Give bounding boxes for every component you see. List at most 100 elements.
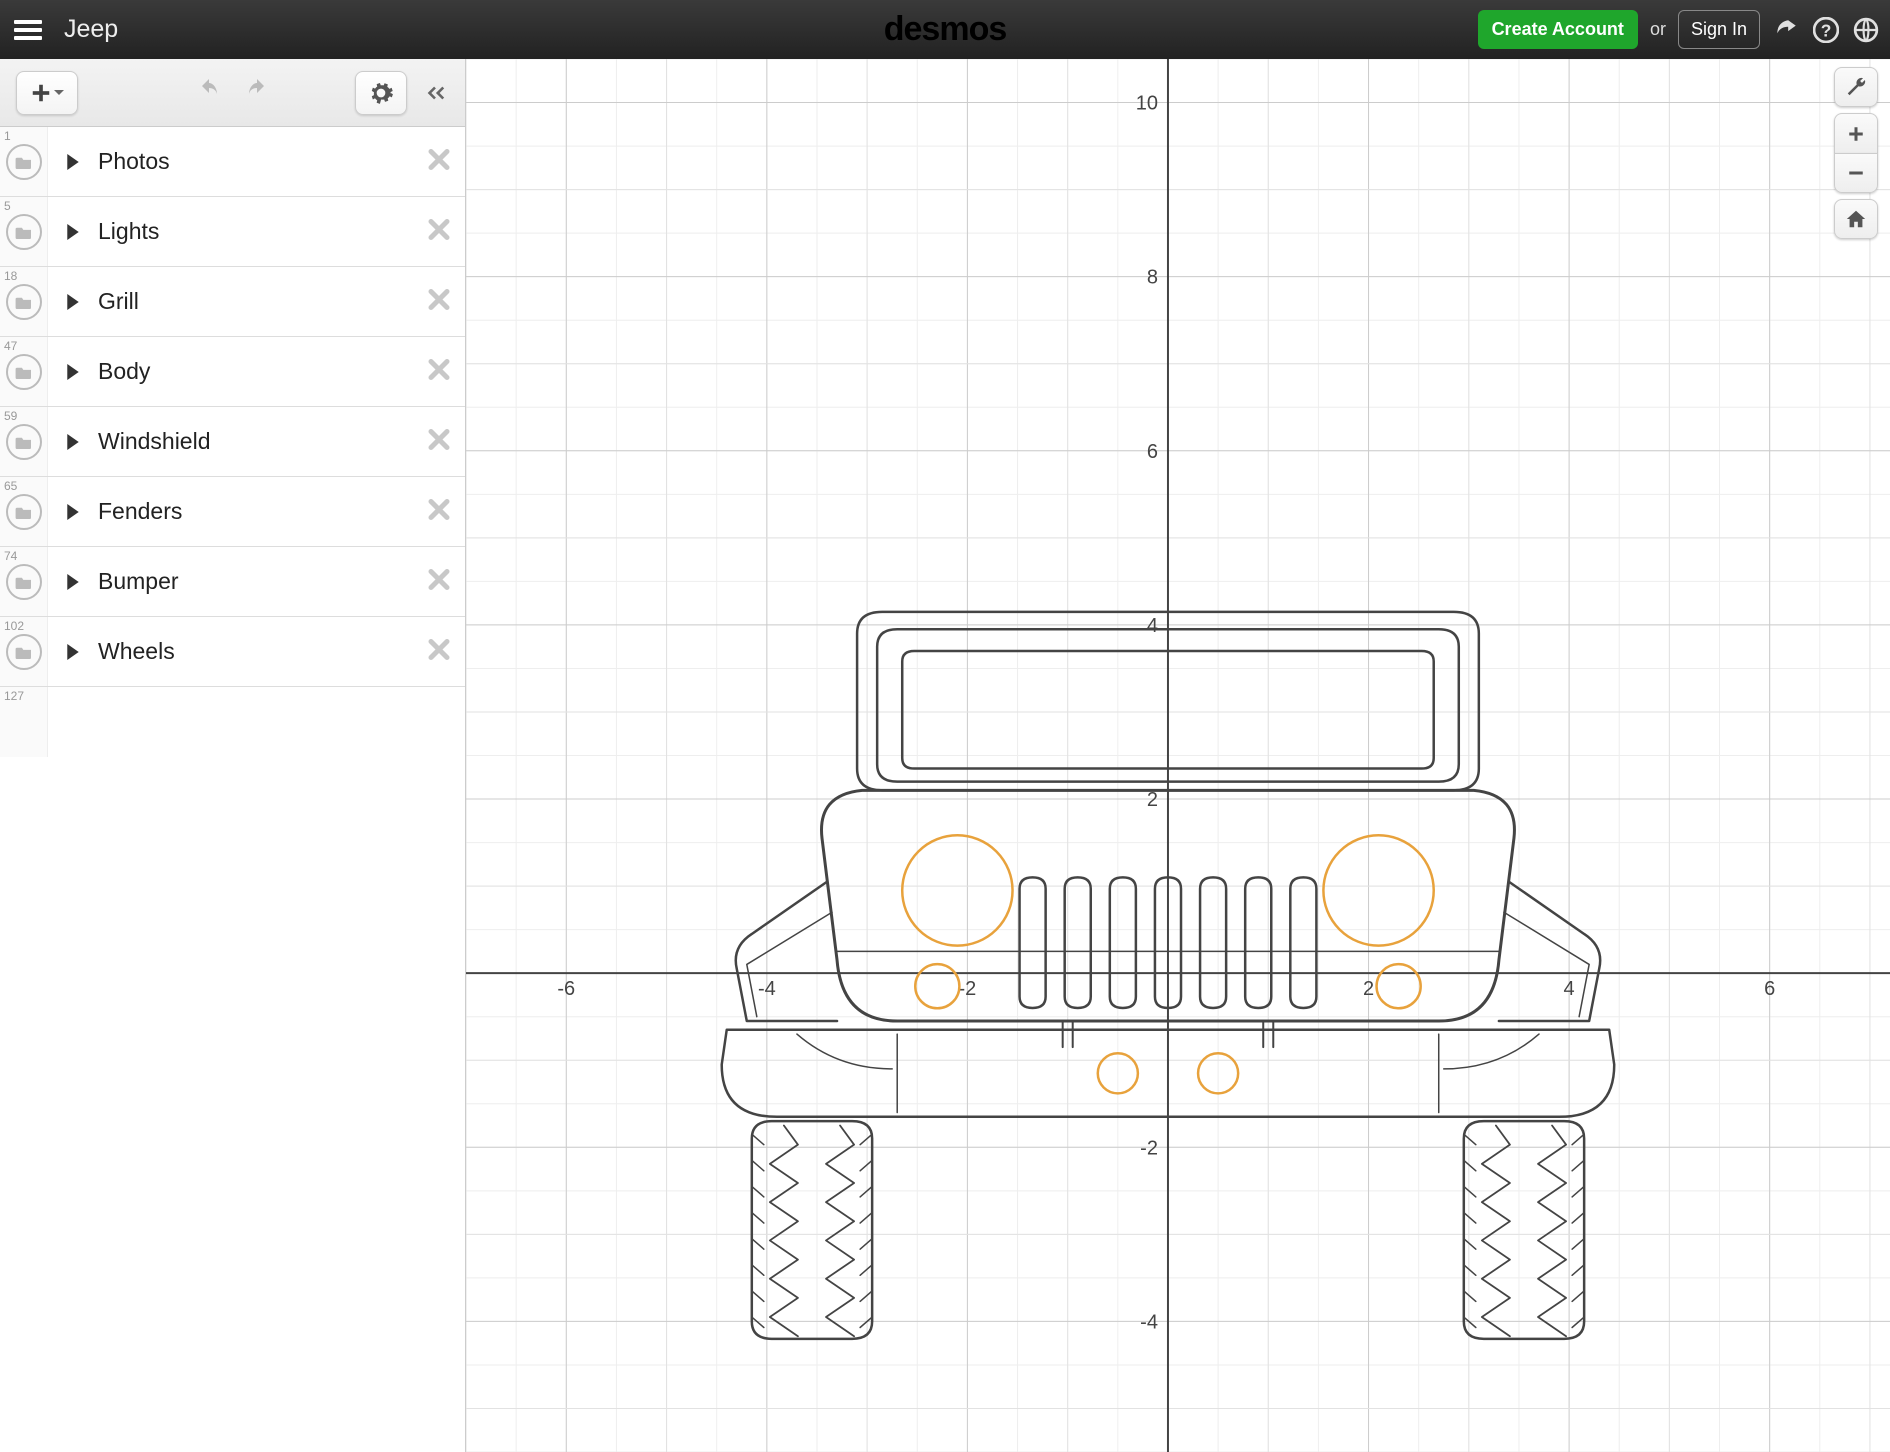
- close-icon: [427, 357, 451, 381]
- row-number: 65: [4, 479, 17, 493]
- row-number: 74: [4, 549, 17, 563]
- folder-row[interactable]: 65 Fenders: [0, 477, 465, 547]
- row-close[interactable]: [427, 497, 451, 526]
- language-button[interactable]: [1852, 16, 1880, 44]
- or-text: or: [1650, 19, 1666, 40]
- redo-button[interactable]: [242, 78, 272, 107]
- folder-toggle[interactable]: [6, 494, 42, 530]
- row-number: 59: [4, 409, 17, 423]
- redo-icon: [242, 78, 272, 102]
- chevron-right-icon: [67, 364, 79, 380]
- folder-row[interactable]: 102 Wheels: [0, 617, 465, 687]
- expand-caret[interactable]: [58, 434, 88, 450]
- chevron-right-icon: [67, 154, 79, 170]
- expand-caret[interactable]: [58, 574, 88, 590]
- expand-caret[interactable]: [58, 364, 88, 380]
- svg-text:4: 4: [1147, 615, 1158, 637]
- topbar-right: Create Account or Sign In ?: [1478, 10, 1880, 49]
- help-button[interactable]: ?: [1812, 16, 1840, 44]
- row-number: 127: [4, 689, 24, 703]
- close-icon: [427, 637, 451, 661]
- dropdown-caret-icon: [54, 88, 64, 98]
- svg-text:-4: -4: [1140, 1311, 1158, 1333]
- undo-button[interactable]: [194, 78, 224, 107]
- folder-row[interactable]: 47 Body: [0, 337, 465, 407]
- close-icon: [427, 497, 451, 521]
- graph-settings-button[interactable]: [1834, 67, 1878, 107]
- close-icon: [427, 287, 451, 311]
- row-close[interactable]: [427, 427, 451, 456]
- svg-text:4: 4: [1564, 978, 1575, 1000]
- folder-label: Bumper: [98, 568, 179, 595]
- hamburger-icon: [14, 18, 42, 42]
- row-close[interactable]: [427, 217, 451, 246]
- expand-caret[interactable]: [58, 154, 88, 170]
- row-number: 1: [4, 129, 11, 143]
- home-button[interactable]: [1834, 199, 1878, 239]
- close-icon: [427, 217, 451, 241]
- expand-caret[interactable]: [58, 504, 88, 520]
- row-close[interactable]: [427, 287, 451, 316]
- globe-icon: [1853, 17, 1879, 43]
- menu-button[interactable]: [0, 18, 56, 42]
- svg-text:2: 2: [1147, 789, 1158, 811]
- plus-icon: [30, 82, 52, 104]
- chevron-right-icon: [67, 294, 79, 310]
- svg-text:-4: -4: [758, 978, 776, 1000]
- plus-icon: [1847, 125, 1865, 143]
- row-number: 18: [4, 269, 17, 283]
- folder-icon: [15, 645, 33, 659]
- folder-toggle[interactable]: [6, 634, 42, 670]
- folder-icon: [15, 365, 33, 379]
- expand-caret[interactable]: [58, 644, 88, 660]
- folder-row[interactable]: 1 Photos: [0, 127, 465, 197]
- gear-icon: [368, 80, 394, 106]
- folder-toggle[interactable]: [6, 144, 42, 180]
- settings-button[interactable]: [355, 71, 407, 115]
- minus-icon: [1847, 164, 1865, 182]
- expand-caret[interactable]: [58, 294, 88, 310]
- chevron-double-left-icon: [424, 82, 446, 104]
- chevron-right-icon: [67, 224, 79, 240]
- folder-label: Fenders: [98, 498, 182, 525]
- close-icon: [427, 567, 451, 591]
- svg-text:?: ?: [1821, 20, 1832, 40]
- empty-expression-row[interactable]: 127: [0, 687, 465, 757]
- folder-row[interactable]: 5 Lights: [0, 197, 465, 267]
- main: 1 Photos 5 Lights: [0, 59, 1890, 1452]
- row-close[interactable]: [427, 567, 451, 596]
- folder-row[interactable]: 59 Windshield: [0, 407, 465, 477]
- folder-icon: [15, 505, 33, 519]
- folder-toggle[interactable]: [6, 424, 42, 460]
- graph-svg: -6-4-2246-4-2246810: [466, 59, 1890, 1452]
- row-close[interactable]: [427, 147, 451, 176]
- folder-row[interactable]: 74 Bumper: [0, 547, 465, 617]
- page-title[interactable]: Jeep: [64, 15, 118, 44]
- share-button[interactable]: [1772, 16, 1800, 44]
- zoom-in-button[interactable]: [1834, 113, 1878, 153]
- brand-logo: desmos: [884, 10, 1007, 49]
- chevron-right-icon: [67, 644, 79, 660]
- folder-label: Grill: [98, 288, 139, 315]
- graph-tools: [1834, 67, 1878, 239]
- sign-in-button[interactable]: Sign In: [1678, 10, 1760, 49]
- collapse-sidebar-button[interactable]: [415, 71, 455, 115]
- row-close[interactable]: [427, 637, 451, 666]
- graph-area[interactable]: -6-4-2246-4-2246810: [466, 59, 1890, 1452]
- folder-label: Body: [98, 358, 150, 385]
- row-close[interactable]: [427, 357, 451, 386]
- expand-caret[interactable]: [58, 224, 88, 240]
- folder-row[interactable]: 18 Grill: [0, 267, 465, 337]
- zoom-out-button[interactable]: [1834, 153, 1878, 193]
- close-icon: [427, 427, 451, 451]
- folder-toggle[interactable]: [6, 564, 42, 600]
- svg-text:10: 10: [1136, 93, 1158, 115]
- add-expression-button[interactable]: [16, 71, 78, 115]
- folder-toggle[interactable]: [6, 354, 42, 390]
- topbar: Jeep desmos Create Account or Sign In ?: [0, 0, 1890, 59]
- folder-toggle[interactable]: [6, 284, 42, 320]
- create-account-button[interactable]: Create Account: [1478, 10, 1638, 49]
- folder-toggle[interactable]: [6, 214, 42, 250]
- folder-label: Windshield: [98, 428, 211, 455]
- folder-label: Wheels: [98, 638, 175, 665]
